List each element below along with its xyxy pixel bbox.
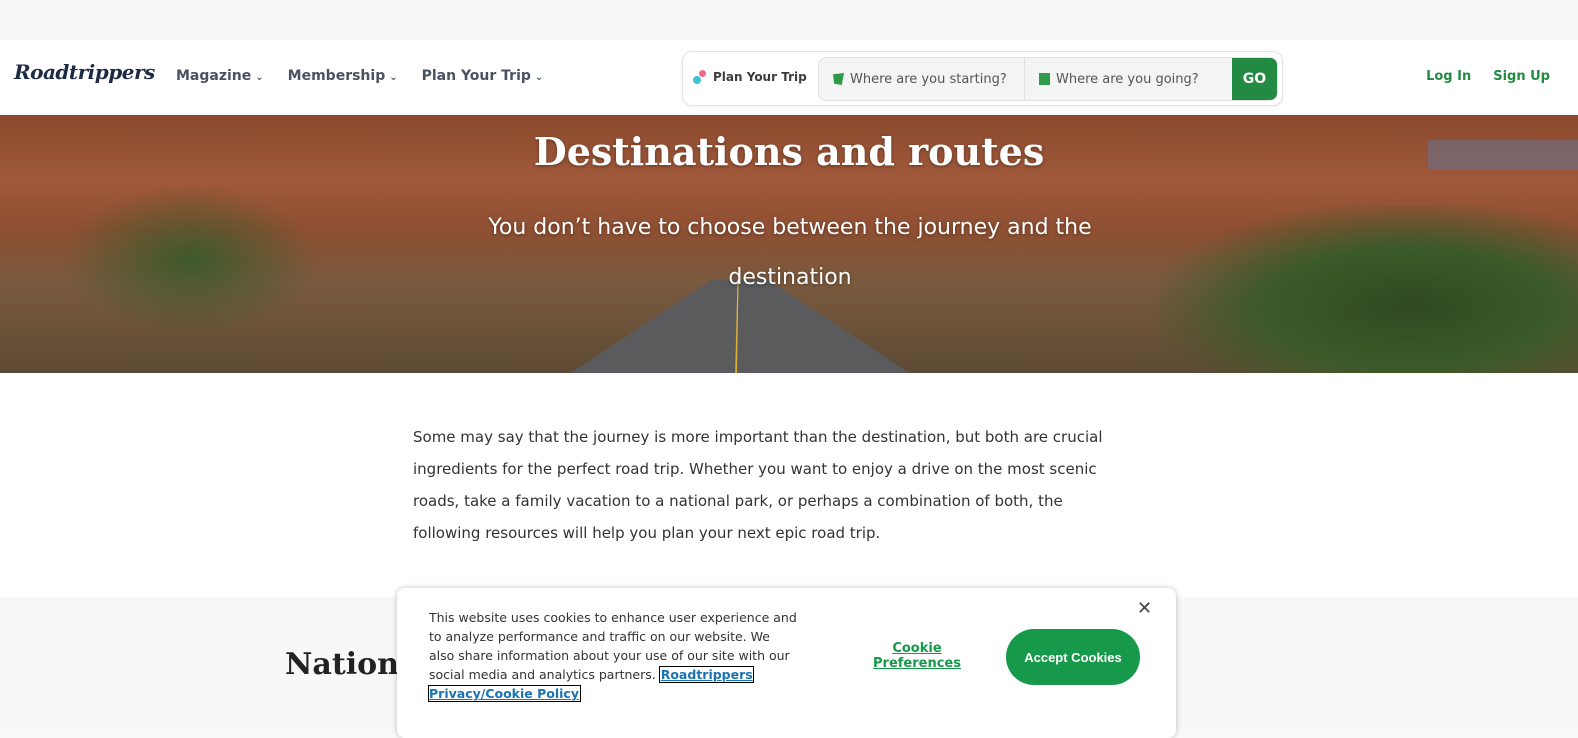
destination-placeholder: Where are you going? — [1056, 71, 1199, 87]
menu-membership[interactable]: Membership ⌄ — [288, 68, 398, 84]
destination-input[interactable]: Where are you going? — [1025, 58, 1232, 100]
cookie-banner: This website uses cookies to enhance use… — [397, 588, 1176, 738]
menu-plan-your-trip[interactable]: Plan Your Trip ⌄ — [422, 68, 544, 84]
trip-planner: Plan Your Trip Where are you starting? W… — [682, 51, 1283, 106]
planner-label-text: Plan Your Trip — [713, 70, 807, 84]
hero-subtitle: You don’t have to choose between the jou… — [488, 215, 1092, 290]
hero-banner: Destinations and routes You don’t have t… — [0, 115, 1578, 373]
plan-your-trip-label: Plan Your Trip — [693, 70, 807, 84]
start-location-input[interactable]: Where are you starting? — [819, 58, 1025, 100]
menu-magazine[interactable]: Magazine ⌄ — [176, 68, 264, 84]
page-title: Destinations and routes — [533, 129, 1045, 174]
site-header: Roadtrippers Magazine ⌄ Membership ⌄ Plan … — [0, 40, 1578, 115]
signup-link[interactable]: Sign Up — [1493, 69, 1550, 84]
hero-trees-right — [1158, 205, 1578, 373]
main-menu: Magazine ⌄ Membership ⌄ Plan Your Trip ⌄ — [176, 68, 543, 84]
auth-links: Log In Sign Up — [1426, 69, 1550, 84]
close-icon[interactable]: ✕ — [1137, 598, 1152, 619]
cookie-text: This website uses cookies to enhance use… — [428, 608, 799, 703]
map-pins-icon — [693, 70, 707, 84]
hero-trees-left — [60, 185, 320, 335]
menu-label: Plan Your Trip — [421, 68, 531, 84]
go-button[interactable]: GO — [1232, 58, 1277, 100]
intro-section: Some may say that the journey is more im… — [0, 373, 1578, 597]
checkered-flag-icon — [1039, 73, 1050, 85]
top-strip — [0, 0, 1578, 40]
roadtrippers-logo[interactable]: Roadtrippers — [14, 60, 155, 84]
cookie-preferences-link[interactable]: Cookie Preferences — [867, 641, 967, 671]
accept-cookies-button[interactable]: Accept Cookies — [1006, 629, 1140, 685]
intro-text: Some may say that the journey is more im… — [413, 428, 1103, 542]
chevron-down-icon: ⌄ — [389, 72, 398, 83]
menu-label: Magazine — [176, 68, 252, 84]
flag-icon — [833, 73, 844, 85]
chevron-down-icon: ⌄ — [534, 72, 544, 83]
login-link[interactable]: Log In — [1426, 69, 1471, 84]
start-placeholder: Where are you starting? — [850, 71, 1007, 87]
planner-fields: Where are you starting? Where are you go… — [818, 57, 1278, 101]
menu-label: Membership — [287, 68, 386, 84]
chevron-down-icon: ⌄ — [255, 72, 264, 83]
